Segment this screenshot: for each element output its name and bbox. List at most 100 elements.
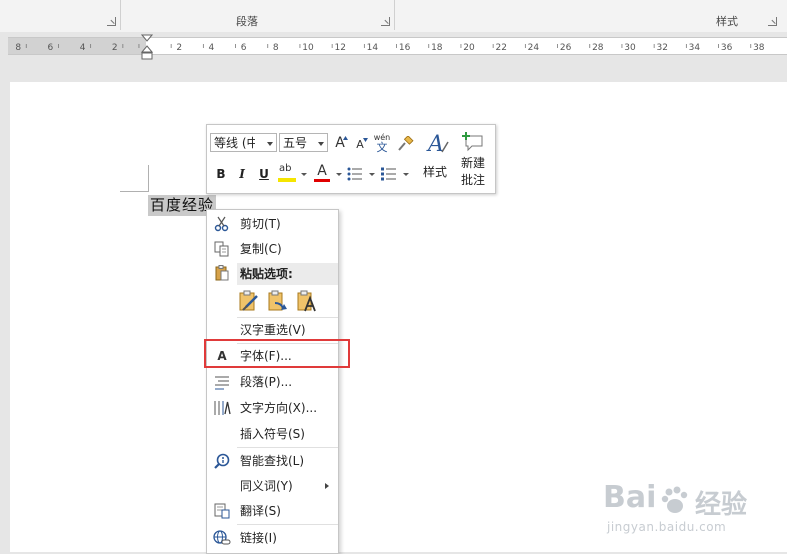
- shrink-font-button[interactable]: A: [352, 134, 368, 154]
- translate-icon: [213, 503, 231, 519]
- baidu-jingyan-watermark: Bai 经验 jingyan.baidu.com: [603, 480, 783, 544]
- margin-corner-mark: [120, 191, 148, 192]
- ruler-label: 16: [399, 43, 411, 53]
- watermark-url: jingyan.baidu.com: [607, 520, 727, 534]
- menu-item-copy[interactable]: 复制(C): [207, 237, 338, 261]
- ruler-label: 30: [624, 43, 636, 53]
- paste-keep-source-button[interactable]: [238, 289, 260, 313]
- ruler-label: 26: [560, 43, 572, 53]
- scissors-icon: [213, 216, 231, 232]
- menu-item-smart-lookup[interactable]: 智能查找(L): [207, 449, 338, 473]
- phonetic-char-label: 文: [376, 140, 388, 154]
- format-painter-button[interactable]: [395, 134, 415, 154]
- underline-icon: U: [259, 167, 269, 181]
- ruler-label: 34: [689, 43, 701, 53]
- ruler-label: 38: [753, 43, 765, 53]
- numbering-icon: [381, 167, 396, 181]
- brush-icon: [441, 141, 449, 153]
- font-color-button[interactable]: A: [311, 163, 333, 183]
- ruler-label: 12: [334, 43, 345, 53]
- watermark-brand: Bai: [603, 480, 657, 515]
- ribbon-group-paragraph-label: 段落: [236, 15, 258, 28]
- numbering-dropdown-icon[interactable]: [403, 173, 409, 176]
- ruler-label: 2: [176, 43, 182, 53]
- paste-merge-icon: [268, 290, 287, 311]
- new-comment-button[interactable]: [461, 129, 487, 155]
- ruler-label: 28: [592, 43, 604, 53]
- styles-button[interactable]: A: [421, 129, 451, 159]
- menu-item-link[interactable]: 链接(I): [207, 526, 338, 550]
- ruler-label: 24: [528, 43, 540, 53]
- font-name-combo[interactable]: 等线 (中文: [210, 133, 277, 152]
- menu-label-link: 链接(I): [240, 531, 277, 545]
- menu-label-copy: 复制(C): [240, 242, 282, 256]
- menu-item-insert-symbol[interactable]: 插入符号(S): [207, 422, 338, 446]
- highlight-button[interactable]: ab: [277, 163, 299, 183]
- bullets-dropdown-icon[interactable]: [369, 173, 375, 176]
- horizontal-ruler[interactable]: 8 6 4 2 2 4 6 8 10 12 14 16 18 20 22 24 26 28 30 32 34 36 38: [8, 37, 787, 55]
- chevron-down-icon: [318, 142, 324, 146]
- ruler-label: 22: [495, 43, 506, 53]
- new-comment-label-1: 新建: [461, 156, 486, 170]
- ruler-label: 18: [431, 43, 443, 53]
- menu-label-insert-symbol: 插入符号(S): [240, 427, 305, 441]
- ruler-label: 8: [15, 43, 21, 53]
- bullets-button[interactable]: [345, 164, 365, 184]
- paragraph-icon: [213, 374, 231, 390]
- menu-item-text-direction[interactable]: 文字方向(X)...: [207, 396, 338, 420]
- menu-separator: [237, 447, 338, 448]
- paste-merge-formatting-button[interactable]: [267, 289, 289, 313]
- paste-text-only-icon: [297, 290, 316, 312]
- ruler-label: 20: [463, 43, 475, 53]
- underline-button[interactable]: U: [256, 165, 272, 183]
- ruler-label: 4: [209, 43, 215, 53]
- ribbon-separator: [120, 0, 121, 30]
- new-comment-label-2: 批注: [461, 173, 486, 187]
- numbering-button[interactable]: [379, 164, 399, 184]
- menu-label-smart-lookup: 智能查找(L): [240, 454, 305, 468]
- paste-text-only-button[interactable]: [296, 289, 318, 313]
- arrow-up-icon: [343, 136, 348, 140]
- styles-label: 样式: [423, 165, 448, 179]
- menu-label-cut: 剪切(T): [240, 217, 281, 231]
- phonetic-guide-button[interactable]: wén 文: [372, 131, 392, 155]
- paragraph-dialog-launcher-icon[interactable]: [381, 17, 390, 26]
- menu-item-cut[interactable]: 剪切(T): [207, 212, 338, 236]
- menu-separator: [237, 524, 338, 525]
- highlight-dropdown-icon[interactable]: [301, 173, 307, 176]
- menu-label-translate: 翻译(S): [240, 504, 281, 518]
- highlight-icon: ab: [279, 163, 292, 174]
- menu-item-synonyms[interactable]: 同义词(Y): [207, 474, 338, 498]
- menu-item-translate[interactable]: 翻译(S): [207, 499, 338, 523]
- context-menu: 剪切(T) 复制(C) 粘贴选项: 汉字重选(V) A 字体(F)... 段落(…: [206, 209, 339, 554]
- bold-button[interactable]: B: [213, 165, 229, 183]
- copy-icon: [213, 241, 231, 257]
- italic-button[interactable]: I: [234, 165, 250, 183]
- ruler-label: 2: [112, 43, 118, 53]
- smart-lookup-icon: [213, 453, 231, 469]
- bullets-icon: [347, 167, 362, 181]
- ruler-label: 6: [241, 43, 247, 53]
- menu-label-text-direction: 文字方向(X)...: [240, 401, 318, 415]
- chevron-down-icon: [267, 142, 273, 146]
- paste-options-header: 粘贴选项:: [237, 263, 338, 285]
- arrow-down-icon: [363, 138, 368, 142]
- ribbon: 段落 样式: [0, 0, 787, 33]
- annotation-highlight-box: [204, 339, 350, 368]
- submenu-arrow-icon: [325, 483, 329, 489]
- font-size-value: 五号: [283, 136, 308, 150]
- ruler-area: 8 6 4 2 2 4 6 8 10 12 14 16 18 20 22 24 26 28 30 32 34 36 38: [0, 32, 787, 60]
- paste-keep-formatting-icon: [239, 290, 258, 311]
- ruler-label: 10: [302, 43, 314, 53]
- font-name-value: 等线 (中文: [214, 136, 271, 150]
- grow-font-button[interactable]: A: [332, 133, 348, 153]
- styles-dialog-launcher-icon[interactable]: [768, 17, 777, 26]
- format-painter-icon: [398, 136, 414, 151]
- font-color-dropdown-icon[interactable]: [336, 173, 342, 176]
- menu-item-paragraph[interactable]: 段落(P)...: [207, 370, 338, 394]
- indent-marker-icon[interactable]: [141, 34, 153, 60]
- font-color-bar: [314, 179, 330, 182]
- font-dialog-launcher-icon[interactable]: [107, 17, 116, 26]
- ribbon-separator: [394, 0, 395, 30]
- font-size-combo[interactable]: 五号: [279, 133, 328, 152]
